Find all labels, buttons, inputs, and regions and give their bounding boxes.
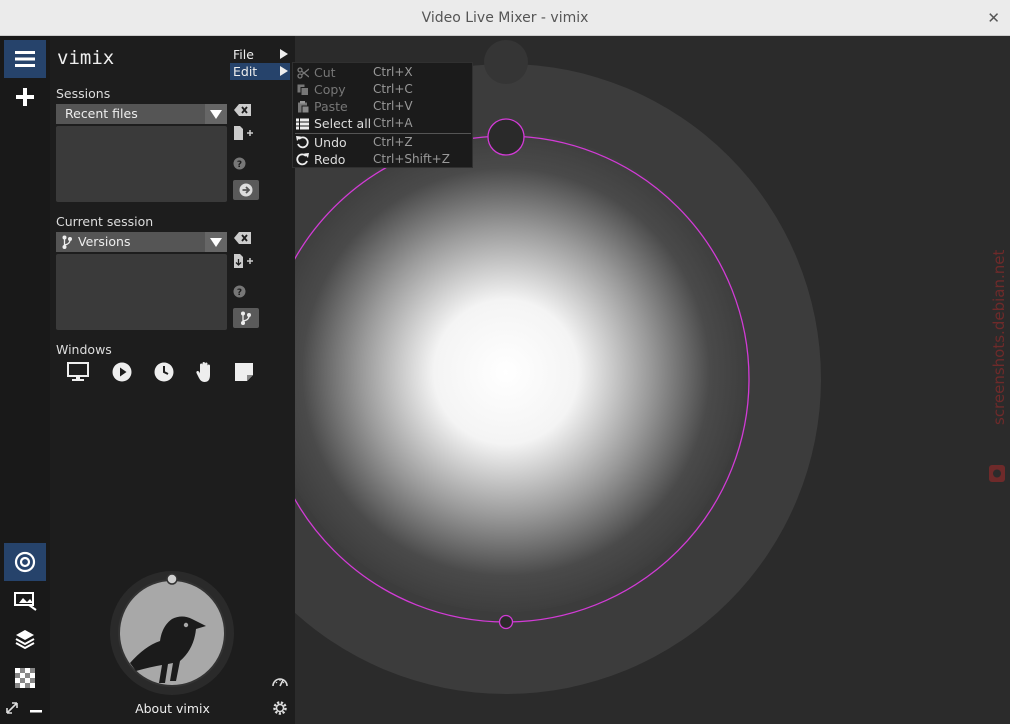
new-file-icon[interactable]	[233, 126, 255, 140]
menu-item-label: Copy	[314, 82, 346, 97]
versions-value: Versions	[78, 234, 131, 249]
versions-list[interactable]	[56, 254, 227, 330]
edit-submenu: Cut Ctrl+X Copy Ctrl+C Paste Ctrl+V Sele…	[292, 62, 473, 168]
help-icon[interactable]: ?	[233, 157, 246, 170]
branch-icon	[62, 235, 72, 249]
menu-item-shortcut: Ctrl+Z	[373, 135, 413, 149]
restore-version-button[interactable]	[233, 308, 259, 328]
close-icon[interactable]: ✕	[987, 9, 1000, 27]
scissors-icon	[296, 66, 309, 79]
plus-icon	[16, 88, 34, 106]
current-session-label: Current session	[56, 214, 154, 229]
save-version-icon[interactable]	[233, 254, 255, 268]
clock-icon[interactable]	[153, 361, 175, 383]
left-toolbar	[0, 36, 50, 724]
main-menu-button[interactable]	[4, 40, 46, 78]
shadow-handle	[484, 40, 528, 84]
redo-icon	[296, 153, 309, 166]
layers-icon	[15, 630, 35, 650]
windows-label: Windows	[56, 342, 112, 357]
hamburger-icon	[15, 51, 35, 67]
undo-icon	[296, 136, 309, 149]
monitor-icon[interactable]	[67, 361, 89, 383]
chevron-right-icon	[280, 49, 288, 59]
list-icon	[296, 117, 309, 130]
svg-text:?: ?	[237, 160, 242, 170]
menu-item-shortcut: Ctrl+X	[373, 65, 413, 79]
versions-selector[interactable]: Versions	[56, 232, 227, 252]
menu-item-label: Select all	[314, 116, 372, 131]
arrow-right-circle-icon	[239, 183, 253, 197]
about-vimix-link[interactable]: About vimix	[50, 701, 295, 716]
watermark-text: screenshots.debian.net	[990, 250, 1008, 425]
checkerboard-icon	[15, 668, 35, 688]
recent-files-value: Recent files	[65, 106, 138, 121]
play-icon[interactable]	[111, 361, 133, 383]
mixing-view-button[interactable]	[4, 543, 46, 581]
menu-file[interactable]: File	[230, 46, 290, 63]
menu-item-label: Cut	[314, 65, 336, 80]
chevron-down-icon	[205, 232, 227, 252]
hand-icon[interactable]	[194, 361, 216, 383]
sessions-label: Sessions	[56, 86, 111, 101]
backspace-icon[interactable]	[233, 231, 251, 245]
speedometer-icon[interactable]	[271, 674, 289, 688]
menu-item-label: Paste	[314, 99, 348, 114]
menu-item-paste[interactable]: Paste Ctrl+V	[293, 98, 473, 115]
menu-item-copy[interactable]: Copy Ctrl+C	[293, 81, 473, 98]
chevron-down-icon	[205, 104, 227, 124]
menu-item-label: Redo	[314, 152, 346, 167]
menu-item-select-all[interactable]: Select all Ctrl+A	[293, 115, 473, 132]
app-name: vimix	[57, 47, 115, 69]
recent-files-list[interactable]	[56, 126, 227, 202]
menu-item-shortcut: Ctrl+Shift+Z	[373, 152, 450, 166]
menu-item-shortcut: Ctrl+A	[373, 116, 413, 130]
circle-handle-bottom	[498, 614, 514, 630]
target-icon	[14, 551, 36, 573]
expand-icon[interactable]	[6, 702, 18, 714]
open-session-button[interactable]	[233, 180, 259, 200]
backspace-icon[interactable]	[233, 103, 251, 117]
window-title: Video Live Mixer - vimix	[421, 10, 589, 26]
menu-item-shortcut: Ctrl+C	[373, 82, 413, 96]
layers-view-button[interactable]	[4, 620, 46, 658]
svg-text:?: ?	[237, 288, 242, 298]
branch-icon	[241, 311, 251, 325]
help-icon[interactable]: ?	[233, 285, 246, 298]
minimize-icon[interactable]	[30, 710, 42, 714]
circle-handle-top	[487, 118, 525, 156]
menu-item-undo[interactable]: Undo Ctrl+Z	[293, 134, 473, 151]
texture-view-button[interactable]	[4, 659, 46, 697]
note-icon[interactable]	[233, 361, 255, 383]
copy-icon	[296, 83, 309, 96]
paste-icon	[296, 100, 309, 113]
camera-icon	[989, 465, 1005, 482]
menu-edit[interactable]: Edit	[230, 63, 290, 80]
vimix-logo[interactable]	[110, 571, 235, 696]
menu-item-label: Undo	[314, 135, 347, 150]
menu-file-label: File	[233, 47, 254, 62]
menu-edit-label: Edit	[233, 64, 258, 79]
recent-files-selector[interactable]: Recent files	[56, 104, 227, 124]
watermark: screenshots.debian.net	[989, 250, 1008, 482]
add-source-button[interactable]	[4, 78, 46, 116]
menu-item-redo[interactable]: Redo Ctrl+Shift+Z	[293, 151, 473, 168]
menu-item-cut[interactable]: Cut Ctrl+X	[293, 64, 473, 81]
chevron-right-icon	[280, 66, 288, 76]
menu-item-shortcut: Ctrl+V	[373, 99, 413, 113]
geometry-view-button[interactable]	[4, 581, 46, 619]
title-bar: Video Live Mixer - vimix ✕	[0, 0, 1010, 36]
geometry-icon	[14, 592, 37, 611]
settings-gear-icon[interactable]	[271, 699, 289, 717]
